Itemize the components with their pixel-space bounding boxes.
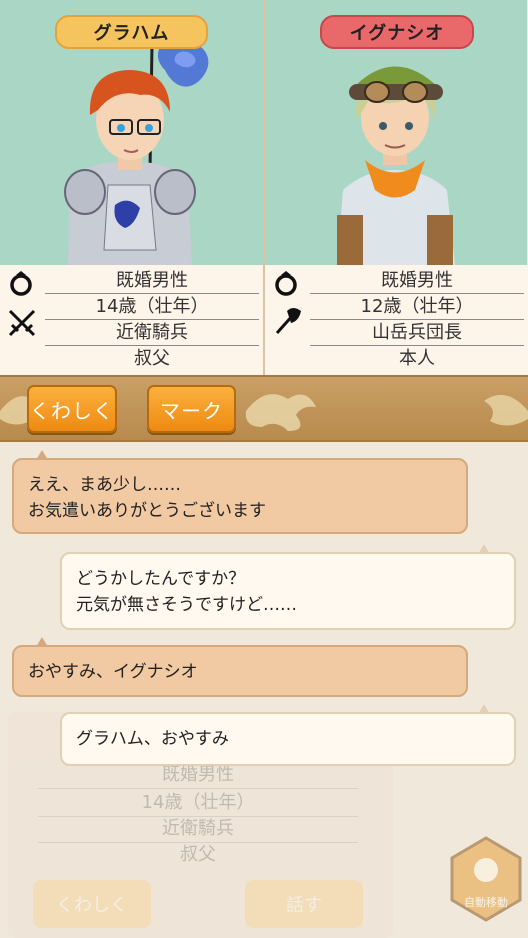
ornament-right (484, 394, 528, 426)
message-2-line-1: どうかしたんですか？ (76, 569, 246, 589)
background-talk-button: 話す (245, 880, 363, 928)
right-job: 山岳兵団長 (310, 319, 524, 346)
right-age: 12歳（壮年） (310, 293, 524, 320)
background-age: 14歳（壮年） (38, 790, 358, 817)
portrait-row: グラハム イグナシオ (0, 0, 528, 265)
crossed-swords-icon (8, 309, 36, 337)
message-2-line-2: 元気が無さそうですけど…… (76, 595, 297, 615)
background-relation: 叔父 (180, 844, 216, 865)
message-bubble-2: どうかしたんですか？ 元気が無さそうですけど…… (60, 544, 516, 630)
info-row: 既婚男性 14歳（壮年） 近衛騎兵 叔父 既婚男性 12歳（壮年） 山岳兵団長 … (0, 265, 528, 375)
axe-icon (275, 308, 301, 334)
left-job: 近衛騎兵 (45, 319, 259, 346)
left-relation: 叔父 (134, 348, 170, 369)
message-1-line-2: お気遣いありがとうございます (28, 501, 266, 521)
bubble-tail (36, 450, 48, 460)
background-job: 近衛騎兵 (38, 816, 358, 843)
ring-icon (275, 271, 297, 296)
message-bubble-1: ええ、まあ少し…… お気遣いありがとうございます (12, 450, 468, 534)
left-character-info: 既婚男性 14歳（壮年） 近衛騎兵 叔父 (0, 265, 263, 375)
right-character-portrait[interactable]: イグナシオ (263, 0, 527, 265)
right-relation: 本人 (399, 348, 435, 369)
left-character-portrait[interactable]: グラハム (0, 0, 263, 265)
left-age: 14歳（壮年） (45, 293, 259, 320)
action-bar: くわしく マーク (0, 375, 528, 442)
message-bubble-3: おやすみ、イグナシオ (12, 637, 468, 697)
details-button[interactable]: くわしく (27, 385, 117, 433)
message-3-line-1: おやすみ、イグナシオ (28, 662, 198, 682)
ring-icon (10, 271, 32, 296)
right-marital-status: 既婚男性 (310, 267, 524, 294)
conversation-area: 既婚男性 14歳（壮年） 近衛騎兵 叔父 くわしく 話す 自動移動 ええ、まあ少… (0, 442, 528, 938)
bubble-tail (36, 637, 48, 647)
left-marital-status: 既婚男性 (45, 267, 259, 294)
right-character-name-tag: イグナシオ (320, 15, 474, 49)
message-bubble-4: グラハム、おやすみ (60, 704, 516, 766)
auto-move-button[interactable]: 自動移動 (448, 834, 524, 924)
auto-move-label: 自動移動 (464, 895, 508, 909)
background-details-button: くわしく (33, 880, 151, 928)
left-character-name-tag: グラハム (55, 15, 208, 49)
bubble-tail (478, 544, 490, 554)
message-4-line-1: グラハム、おやすみ (76, 729, 229, 749)
message-1-line-1: ええ、まあ少し…… (28, 475, 181, 495)
background-marital: 既婚男性 (38, 762, 358, 789)
ornament-center (245, 394, 316, 431)
bubble-tail (478, 704, 490, 714)
mark-button[interactable]: マーク (147, 385, 236, 433)
right-character-info: 既婚男性 12歳（壮年） 山岳兵団長 本人 (263, 265, 528, 375)
